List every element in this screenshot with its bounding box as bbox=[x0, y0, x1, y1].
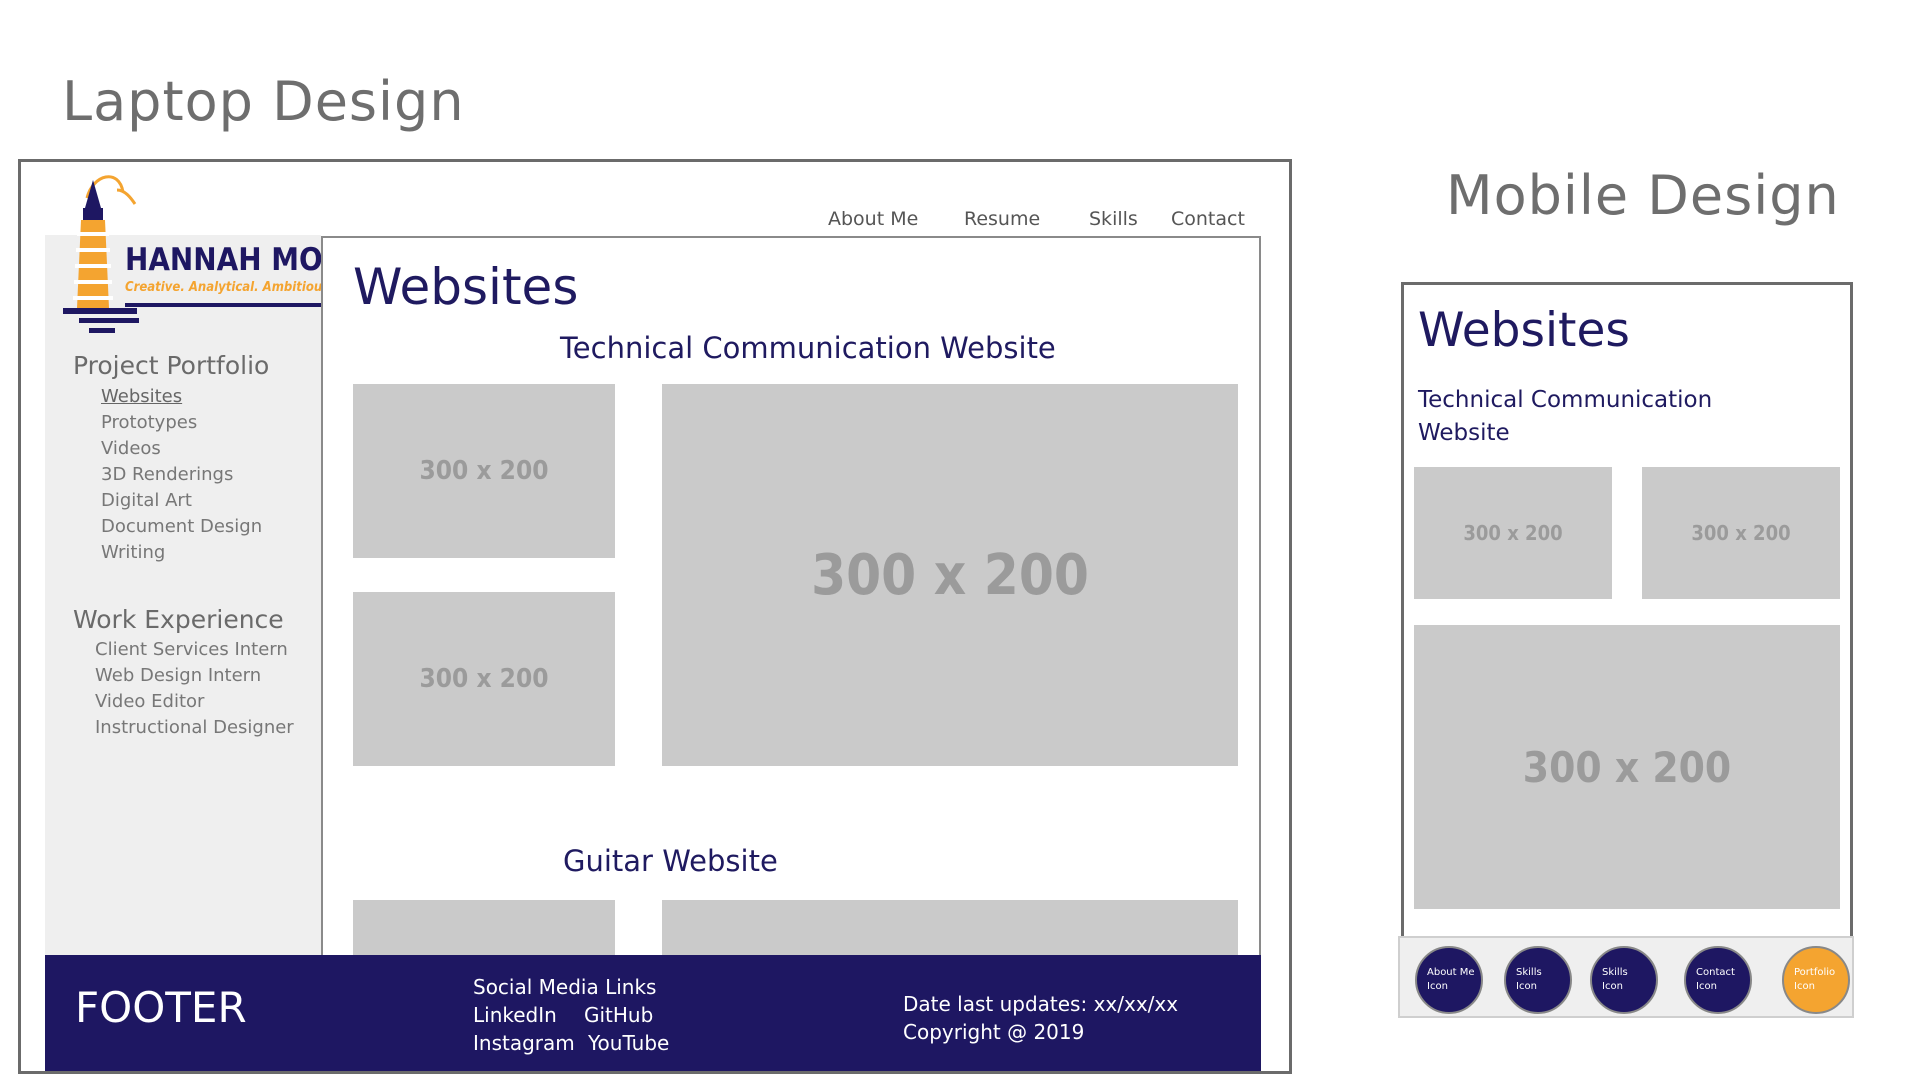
section-title-technical-communication: Technical Communication Website bbox=[560, 331, 1056, 365]
mobile-nav-portfolio-icon[interactable]: Portfolio Icon bbox=[1782, 946, 1850, 1014]
mobile-nav-label: Icon bbox=[1427, 981, 1448, 992]
sidebar-item-writing[interactable]: Writing bbox=[101, 542, 165, 563]
image-placeholder-partial[interactable] bbox=[662, 900, 1238, 956]
nav-about-me[interactable]: About Me bbox=[828, 208, 918, 230]
nav-resume[interactable]: Resume bbox=[964, 208, 1040, 230]
page-title: Websites bbox=[353, 258, 579, 316]
logo[interactable]: HANNAH MONK Creative. Analytical. Ambiti… bbox=[63, 168, 368, 338]
work-experience-heading: Work Experience bbox=[73, 605, 284, 634]
mobile-frame: Websites Technical Communication Website… bbox=[1401, 282, 1853, 940]
sidebar-item-websites[interactable]: Websites bbox=[101, 386, 182, 407]
logo-tagline: Creative. Analytical. Ambitious. bbox=[125, 280, 334, 295]
footer-date: Date last updates: xx/xx/xx bbox=[903, 992, 1179, 1016]
mobile-nav-label: Contact bbox=[1696, 967, 1735, 978]
mobile-nav-contact-icon[interactable]: Contact Icon bbox=[1684, 946, 1752, 1014]
mobile-section-title-line1: Technical Communication bbox=[1418, 387, 1713, 413]
mobile-nav-label: Portfolio bbox=[1794, 967, 1836, 978]
image-placeholder[interactable]: 300 x 200 bbox=[662, 384, 1238, 766]
project-portfolio-heading: Project Portfolio bbox=[73, 351, 270, 380]
section-title-guitar-website: Guitar Website bbox=[563, 844, 778, 878]
footer-copyright: Copyright @ 2019 bbox=[903, 1020, 1085, 1044]
mobile-section-title-line2: Website bbox=[1418, 420, 1510, 446]
mobile-image-placeholder[interactable]: 300 x 200 bbox=[1414, 625, 1840, 909]
mobile-nav-label: Icon bbox=[1696, 981, 1717, 992]
footer-link-youtube[interactable]: YouTube bbox=[588, 1031, 669, 1055]
sidebar-item-instructional-designer[interactable]: Instructional Designer bbox=[95, 717, 294, 738]
mobile-image-placeholder[interactable]: 300 x 200 bbox=[1642, 467, 1840, 599]
mobile-nav-label: Icon bbox=[1602, 981, 1623, 992]
sidebar-item-prototypes[interactable]: Prototypes bbox=[101, 412, 197, 433]
sidebar-item-video-editor[interactable]: Video Editor bbox=[95, 691, 204, 712]
mobile-nav-label: About Me bbox=[1427, 967, 1475, 978]
nav-skills[interactable]: Skills bbox=[1089, 208, 1138, 230]
image-placeholder[interactable]: 300 x 200 bbox=[353, 384, 615, 558]
mobile-bottom-nav: About Me Icon Skills Icon Skills Icon Conta… bbox=[1398, 936, 1854, 1018]
nav-contact[interactable]: Contact bbox=[1171, 208, 1245, 230]
image-placeholder[interactable]: 300 x 200 bbox=[353, 592, 615, 766]
laptop-frame: HANNAH MONK Creative. Analytical. Ambiti… bbox=[18, 159, 1292, 1074]
mobile-nav-label: Icon bbox=[1794, 981, 1815, 992]
social-media-heading: Social Media Links bbox=[473, 975, 657, 999]
sidebar-item-digital-art[interactable]: Digital Art bbox=[101, 490, 192, 511]
sidebar-item-web-design-intern[interactable]: Web Design Intern bbox=[95, 665, 261, 686]
sidebar bbox=[45, 235, 321, 955]
sidebar-item-document-design[interactable]: Document Design bbox=[101, 516, 262, 537]
mobile-design-heading: Mobile Design bbox=[1446, 164, 1840, 227]
footer-link-linkedin[interactable]: LinkedIn bbox=[473, 1003, 557, 1027]
footer-link-instagram[interactable]: Instagram bbox=[473, 1031, 575, 1055]
mobile-nav-label: Skills bbox=[1602, 967, 1628, 978]
sidebar-item-3d-renderings[interactable]: 3D Renderings bbox=[101, 464, 233, 485]
footer-link-github[interactable]: GitHub bbox=[584, 1003, 653, 1027]
main-content: Websites Technical Communication Website… bbox=[321, 236, 1261, 956]
image-placeholder-partial[interactable] bbox=[353, 900, 615, 956]
footer: FOOTER Social Media Links LinkedIn GitHu… bbox=[45, 955, 1261, 1071]
mobile-nav-label: Icon bbox=[1516, 981, 1537, 992]
mobile-nav-label: Skills bbox=[1516, 967, 1542, 978]
mobile-nav-skills-icon[interactable]: Skills Icon bbox=[1590, 946, 1658, 1014]
mobile-page-title: Websites bbox=[1418, 303, 1630, 358]
footer-label: FOOTER bbox=[75, 983, 247, 1032]
sidebar-item-videos[interactable]: Videos bbox=[101, 438, 161, 459]
logo-underline bbox=[125, 303, 321, 307]
sidebar-item-client-services-intern[interactable]: Client Services Intern bbox=[95, 639, 288, 660]
mobile-image-placeholder[interactable]: 300 x 200 bbox=[1414, 467, 1612, 599]
mobile-nav-skills-icon[interactable]: Skills Icon bbox=[1504, 946, 1572, 1014]
laptop-design-heading: Laptop Design bbox=[62, 70, 465, 133]
mobile-nav-about-me-icon[interactable]: About Me Icon bbox=[1415, 946, 1483, 1014]
